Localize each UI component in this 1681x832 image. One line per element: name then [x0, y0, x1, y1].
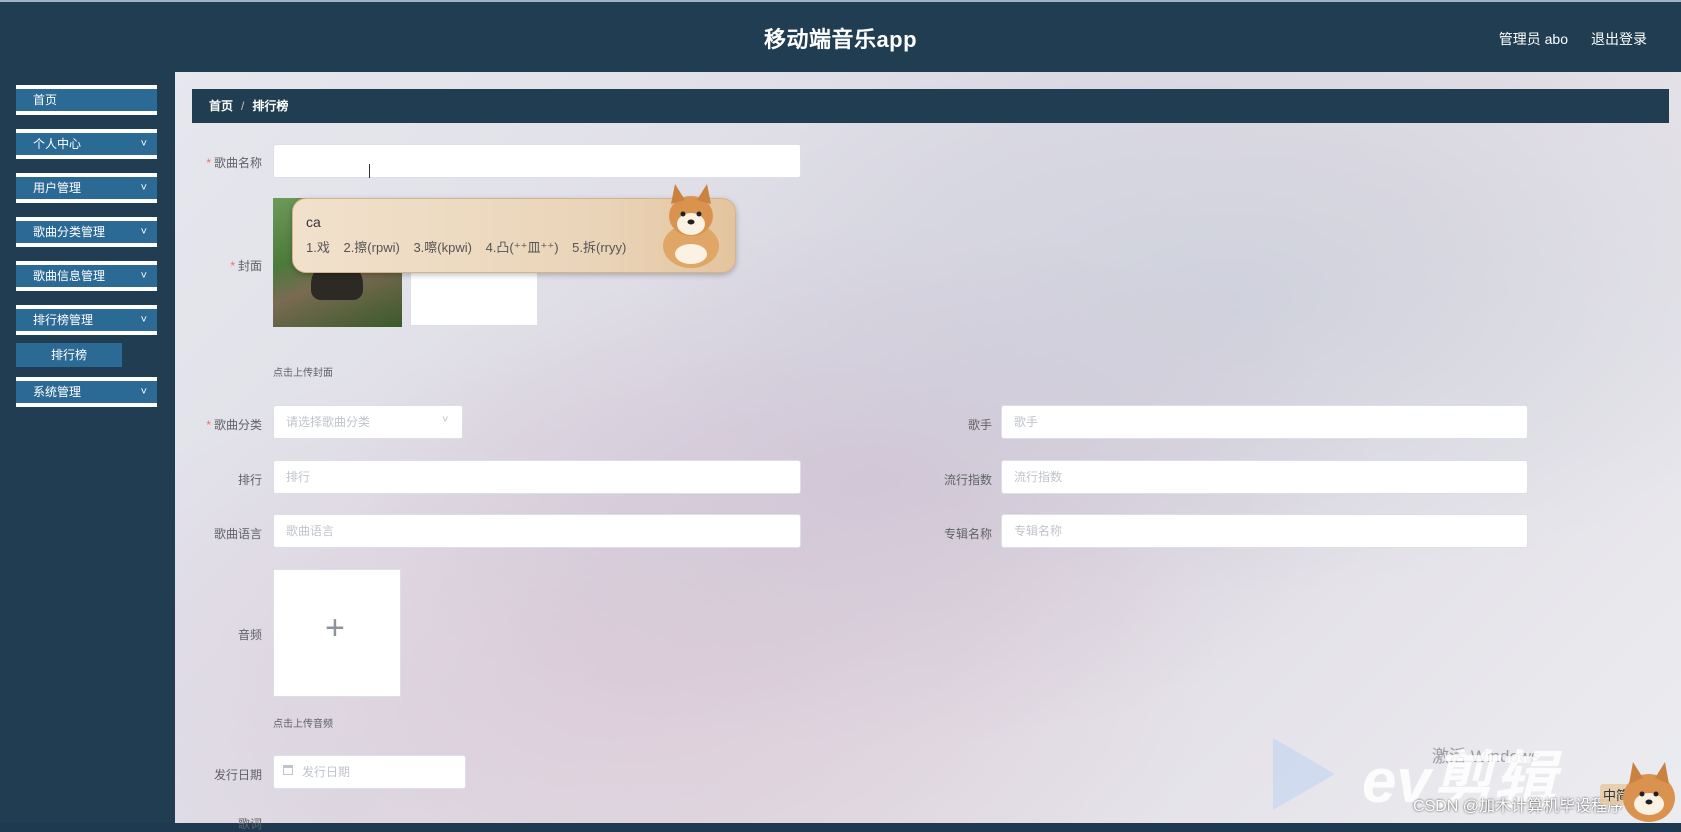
ev-play-logo-icon	[1273, 738, 1335, 810]
album-label: 专辑名称	[943, 527, 992, 541]
sidebar: 首页 个人中心 ˅ 用户管理 ˅ 歌曲分类管理 ˅ 歌曲信息管理 ˅ 排行榜管理…	[0, 72, 175, 823]
chevron-down-icon: ˅	[442, 414, 449, 426]
ime-candidate[interactable]: 3.嚓(kpwi)	[413, 240, 472, 255]
breadcrumb-home[interactable]: 首页	[209, 99, 233, 113]
rank-label: 排行	[237, 473, 262, 487]
singer-input[interactable]: 歌手	[1001, 405, 1528, 439]
main-content: 首页 / 排行榜	[175, 72, 1681, 823]
admin-label: 管理员 abo	[1498, 31, 1568, 47]
plus-icon: +	[325, 609, 345, 647]
ime-composition: ca	[306, 214, 321, 230]
text-cursor-icon	[369, 164, 370, 178]
chevron-up-icon: ˅	[140, 314, 147, 326]
cover-upload-hint: 点击上传封面	[273, 368, 333, 379]
category-select[interactable]: 请选择歌曲分类	[273, 405, 463, 439]
audio-upload-box[interactable]: +	[273, 569, 401, 697]
ime-candidate[interactable]: 5.拆(rryy)	[572, 240, 626, 255]
chevron-down-icon: ˅	[140, 270, 147, 282]
language-label: 歌曲语言	[213, 527, 262, 541]
ime-candidate-popup[interactable]: ca 1.戏 2.擦(rpwi) 3.嚓(kpwi) 4.凸(⁺⁺皿⁺⁺) 5.…	[292, 184, 736, 273]
ime-candidate[interactable]: 4.凸(⁺⁺皿⁺⁺)	[486, 240, 559, 255]
breadcrumb-current: 排行榜	[252, 99, 289, 113]
ime-candidates: 1.戏 2.擦(rpwi) 3.嚓(kpwi) 4.凸(⁺⁺皿⁺⁺) 5.拆(r…	[306, 237, 636, 256]
chevron-down-icon: ˅	[140, 138, 147, 150]
logout-button[interactable]: 退出登录	[1591, 29, 1647, 49]
singer-label: 歌手	[967, 418, 992, 432]
sidebar-item-ranking-manage[interactable]: 排行榜管理 ˅	[16, 305, 157, 335]
ime-candidate[interactable]: 1.戏	[306, 240, 330, 255]
calendar-icon	[283, 765, 293, 775]
sidebar-item-home[interactable]: 首页	[16, 85, 157, 115]
audio-label: 音频	[237, 628, 262, 642]
app-title: 移动端音乐app	[763, 27, 918, 52]
sidebar-item-system[interactable]: 系统管理 ˅	[16, 377, 157, 407]
release-date-input[interactable]: 发行日期	[273, 755, 466, 789]
breadcrumb: 首页 / 排行榜	[192, 89, 1669, 123]
sidebar-item-users[interactable]: 用户管理 ˅	[16, 173, 157, 203]
top-header: 移动端音乐app 管理员 abo 退出登录	[0, 0, 1681, 72]
song-name-input[interactable]	[273, 144, 801, 178]
csdn-watermark: CSDN @加木计算机毕设程序	[1413, 798, 1624, 815]
shiba-dog-icon	[1623, 762, 1675, 822]
chevron-down-icon: ˅	[140, 182, 147, 194]
chevron-down-icon: ˅	[140, 226, 147, 238]
sidebar-item-song-info[interactable]: 歌曲信息管理 ˅	[16, 261, 157, 291]
shiba-dog-icon	[663, 184, 719, 268]
sidebar-item-label: 首页	[33, 93, 58, 107]
release-date-label: 发行日期	[213, 768, 262, 782]
sidebar-subitem-ranking[interactable]: 排行榜	[16, 343, 122, 367]
sidebar-item-song-category[interactable]: 歌曲分类管理 ˅	[16, 217, 157, 247]
album-input[interactable]: 专辑名称	[1001, 514, 1528, 548]
rank-input[interactable]: 排行	[273, 460, 801, 494]
popularity-label: 流行指数	[943, 473, 992, 487]
breadcrumb-separator: /	[241, 99, 245, 113]
background-image	[175, 72, 1681, 823]
language-input[interactable]: 歌曲语言	[273, 514, 801, 548]
audio-upload-hint: 点击上传音频	[273, 719, 333, 730]
lyrics-label: 歌词	[237, 817, 262, 831]
sidebar-item-label: 系统管理	[33, 385, 82, 399]
ime-candidate[interactable]: 2.擦(rpwi)	[343, 240, 399, 255]
sidebar-item-profile[interactable]: 个人中心 ˅	[16, 129, 157, 159]
sidebar-item-label: 排行榜管理	[33, 313, 94, 327]
sidebar-item-label: 个人中心	[33, 137, 82, 151]
popularity-input[interactable]: 流行指数	[1001, 460, 1528, 494]
sidebar-item-label: 歌曲信息管理	[33, 269, 106, 283]
sidebar-item-label: 歌曲分类管理	[33, 225, 106, 239]
song-name-label: * 歌曲名称	[206, 156, 262, 170]
cover-label: * 封面	[230, 259, 262, 273]
chevron-down-icon: ˅	[140, 386, 147, 398]
category-label: * 歌曲分类	[206, 418, 262, 432]
sidebar-item-label: 用户管理	[33, 181, 82, 195]
